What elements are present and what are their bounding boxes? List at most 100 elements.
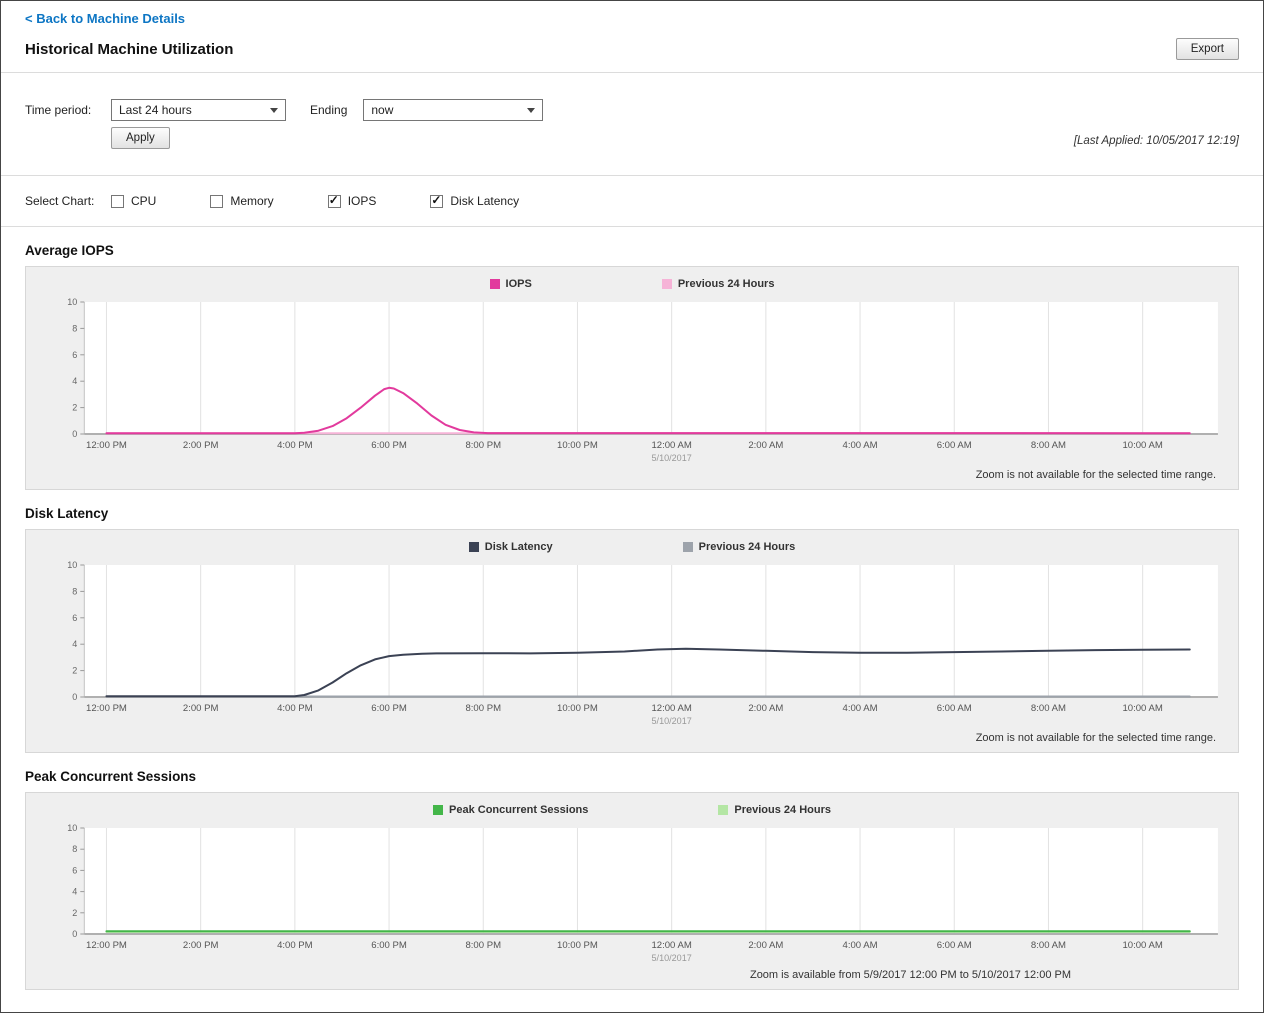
legend-item: Previous 24 Hours: [683, 541, 796, 553]
checkbox-memory[interactable]: Memory: [210, 194, 273, 208]
svg-text:10:00 AM: 10:00 AM: [1122, 940, 1162, 951]
legend-item: Previous 24 Hours: [718, 804, 831, 816]
legend-label: Previous 24 Hours: [678, 278, 775, 290]
svg-text:2: 2: [72, 666, 77, 676]
svg-text:6:00 AM: 6:00 AM: [937, 940, 972, 951]
time-period-dropdown[interactable]: Last 24 hours: [111, 99, 286, 121]
legend-label: Previous 24 Hours: [734, 804, 831, 816]
chart-plot: 024681012:00 PM2:00 PM4:00 PM6:00 PM8:00…: [38, 296, 1226, 466]
svg-text:8: 8: [72, 844, 77, 854]
chart-checkbox-group: CPU Memory IOPS Disk Latency: [111, 194, 573, 208]
svg-text:4:00 AM: 4:00 AM: [843, 940, 878, 951]
svg-text:0: 0: [72, 692, 77, 702]
legend-label: Previous 24 Hours: [699, 541, 796, 553]
apply-row: Apply: [111, 127, 543, 149]
svg-text:8:00 AM: 8:00 AM: [1031, 703, 1066, 714]
legend-item: Peak Concurrent Sessions: [433, 804, 588, 816]
select-chart-row: Select Chart: CPU Memory IOPS Disk Laten…: [1, 176, 1263, 226]
legend-item: Previous 24 Hours: [662, 278, 775, 290]
chart-legend: Peak Concurrent Sessions Previous 24 Hour…: [38, 801, 1226, 822]
svg-text:12:00 AM: 12:00 AM: [651, 440, 691, 451]
checkbox-input[interactable]: [210, 195, 223, 208]
svg-text:10:00 PM: 10:00 PM: [557, 703, 598, 714]
chart-legend: IOPS Previous 24 Hours: [38, 275, 1226, 296]
chart-title: Peak Concurrent Sessions: [25, 769, 1239, 784]
chevron-down-icon: [270, 108, 278, 113]
svg-text:8:00 PM: 8:00 PM: [465, 703, 501, 714]
chart-section: Peak Concurrent Sessions Peak Concurrent…: [25, 769, 1239, 990]
svg-text:5/10/2017: 5/10/2017: [652, 453, 692, 463]
svg-text:0: 0: [72, 929, 77, 939]
svg-text:12:00 PM: 12:00 PM: [86, 940, 127, 951]
chart-box: Peak Concurrent Sessions Previous 24 Hour…: [25, 792, 1239, 990]
svg-text:4: 4: [72, 887, 77, 897]
svg-text:2:00 AM: 2:00 AM: [748, 703, 783, 714]
legend-label: IOPS: [506, 278, 532, 290]
chart-box: IOPSPrevious 24 Hours 024681012:00 PM2:0…: [25, 266, 1239, 490]
svg-text:2:00 AM: 2:00 AM: [748, 440, 783, 451]
zoom-note: Zoom is available from 5/9/2017 12:00 PM…: [38, 966, 1226, 983]
svg-text:6: 6: [72, 865, 77, 875]
ending-label: Ending: [310, 103, 347, 117]
legend-item: Disk Latency: [469, 541, 553, 553]
svg-text:12:00 AM: 12:00 AM: [651, 940, 691, 951]
checkbox-disk-latency[interactable]: Disk Latency: [430, 194, 519, 208]
svg-text:10:00 AM: 10:00 AM: [1122, 703, 1162, 714]
checkbox-label: Memory: [230, 194, 273, 208]
svg-text:4:00 PM: 4:00 PM: [277, 703, 313, 714]
svg-text:4:00 AM: 4:00 AM: [843, 703, 878, 714]
legend-swatch: [683, 542, 693, 552]
svg-text:8: 8: [72, 323, 77, 333]
svg-text:6:00 PM: 6:00 PM: [371, 440, 407, 451]
checkbox-input[interactable]: [111, 195, 124, 208]
svg-text:6:00 AM: 6:00 AM: [937, 703, 972, 714]
svg-text:10: 10: [67, 297, 77, 307]
svg-text:0: 0: [72, 429, 77, 439]
svg-text:10: 10: [67, 823, 77, 833]
ending-dropdown[interactable]: now: [363, 99, 543, 121]
chart-section: Disk Latency Disk Latency Previous 24 Hou…: [25, 506, 1239, 753]
svg-text:8:00 PM: 8:00 PM: [465, 440, 501, 451]
title-row: Historical Machine Utilization Export: [1, 32, 1263, 72]
svg-text:2:00 PM: 2:00 PM: [183, 440, 219, 451]
ending-value: now: [371, 103, 393, 117]
svg-text:8:00 PM: 8:00 PM: [465, 940, 501, 951]
last-applied-text: [Last Applied: 10/05/2017 12:19]: [1074, 135, 1239, 149]
legend-item: IOPS: [490, 278, 532, 290]
svg-text:10:00 PM: 10:00 PM: [557, 440, 598, 451]
svg-text:4: 4: [72, 639, 77, 649]
export-button[interactable]: Export: [1176, 38, 1239, 60]
back-link[interactable]: < Back to Machine Details: [25, 11, 185, 26]
svg-text:12:00 PM: 12:00 PM: [86, 703, 127, 714]
chart-legend: Disk Latency Previous 24 Hours: [38, 538, 1226, 559]
apply-button[interactable]: Apply: [111, 127, 170, 149]
svg-text:8:00 AM: 8:00 AM: [1031, 440, 1066, 451]
svg-text:2:00 PM: 2:00 PM: [183, 940, 219, 951]
svg-text:5/10/2017: 5/10/2017: [652, 716, 692, 726]
checkbox-label: IOPS: [348, 194, 377, 208]
chart-title: Average IOPS: [25, 243, 1239, 258]
svg-text:12:00 PM: 12:00 PM: [86, 440, 127, 451]
checkbox-cpu[interactable]: CPU: [111, 194, 156, 208]
checkbox-input[interactable]: [328, 195, 341, 208]
svg-text:2:00 PM: 2:00 PM: [183, 703, 219, 714]
time-period-value: Last 24 hours: [119, 103, 192, 117]
svg-text:6:00 AM: 6:00 AM: [937, 440, 972, 451]
zoom-note: Zoom is not available for the selected t…: [38, 466, 1226, 483]
divider: [1, 226, 1263, 227]
svg-text:4:00 PM: 4:00 PM: [277, 440, 313, 451]
chart-plot[interactable]: 024681012:00 PM2:00 PM4:00 PM6:00 PM8:00…: [38, 822, 1226, 966]
legend-label: Disk Latency: [485, 541, 553, 553]
svg-text:4:00 AM: 4:00 AM: [843, 440, 878, 451]
checkbox-label: CPU: [131, 194, 156, 208]
svg-text:10:00 AM: 10:00 AM: [1122, 440, 1162, 451]
checkbox-input[interactable]: [430, 195, 443, 208]
svg-text:10:00 PM: 10:00 PM: [557, 940, 598, 951]
legend-swatch: [469, 542, 479, 552]
chart-box: Disk LatencyPrevious 24 Hours 024681012:…: [25, 529, 1239, 753]
checkbox-iops[interactable]: IOPS: [328, 194, 377, 208]
svg-text:8:00 AM: 8:00 AM: [1031, 940, 1066, 951]
svg-text:6:00 PM: 6:00 PM: [371, 940, 407, 951]
topbar: < Back to Machine Details: [1, 1, 1263, 32]
select-chart-label: Select Chart:: [25, 194, 111, 208]
